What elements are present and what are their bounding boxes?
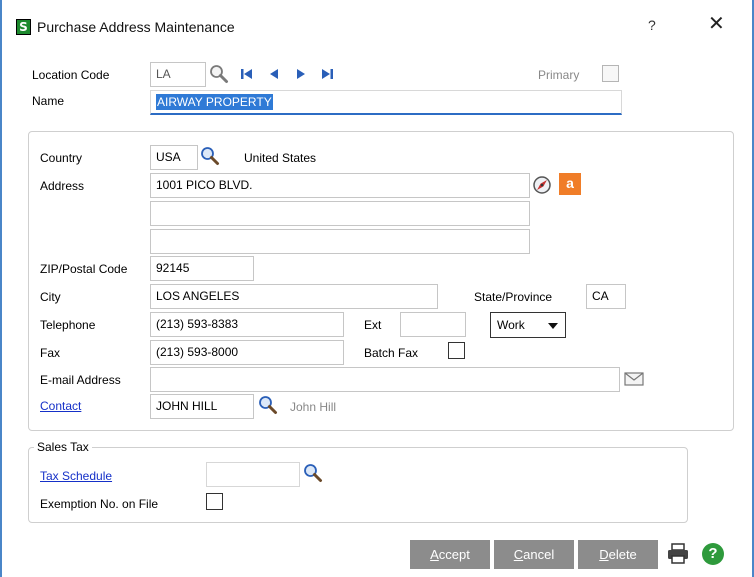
primary-checkbox[interactable] <box>602 65 619 82</box>
title-bar: S Purchase Address Maintenance ? ✕ <box>2 0 752 54</box>
state-input[interactable]: CA <box>586 284 626 309</box>
contact-lookup-icon[interactable] <box>258 395 278 415</box>
envelope-icon[interactable] <box>624 372 644 386</box>
batch-fax-label: Batch Fax <box>364 346 419 360</box>
fax-label: Fax <box>40 346 61 360</box>
sales-tax-heading: Sales Tax <box>34 440 92 454</box>
sage-app-icon: S <box>16 19 31 35</box>
ext-input[interactable] <box>400 312 466 337</box>
address-line1-input[interactable]: 1001 PICO BLVD. <box>150 173 530 198</box>
name-input[interactable]: AIRWAY PROPERTY <box>150 90 622 115</box>
phone-type-dropdown[interactable]: Work <box>490 312 566 338</box>
exemption-label: Exemption No. on File <box>40 497 159 511</box>
city-label: City <box>40 290 61 304</box>
close-button[interactable]: ✕ <box>708 13 725 35</box>
country-input[interactable]: USA <box>150 145 198 170</box>
ext-label: Ext <box>364 318 382 332</box>
fax-input[interactable]: (213) 593-8000 <box>150 340 344 365</box>
address-line2-input[interactable] <box>150 201 530 226</box>
name-value: AIRWAY PROPERTY <box>156 94 273 110</box>
telephone-input[interactable]: (213) 593-8383 <box>150 312 344 337</box>
delete-button[interactable]: Delete <box>578 540 658 569</box>
city-input[interactable]: LOS ANGELES <box>150 284 438 309</box>
cancel-button[interactable]: Cancel <box>494 540 574 569</box>
contact-code-input[interactable]: JOHN HILL <box>150 394 254 419</box>
help-icon[interactable]: ? <box>702 543 724 565</box>
amazon-address-icon[interactable]: a <box>559 173 581 195</box>
contact-link[interactable]: Contact <box>40 399 81 413</box>
zip-input[interactable]: 92145 <box>150 256 254 281</box>
location-code-label: Location Code <box>32 68 110 82</box>
country-label: Country <box>40 151 83 165</box>
help-button[interactable]: ? <box>648 17 656 33</box>
tax-schedule-lookup-icon[interactable] <box>303 463 323 483</box>
batch-fax-checkbox[interactable] <box>448 342 465 359</box>
compass-map-icon[interactable] <box>532 175 552 195</box>
address-line3-input[interactable] <box>150 229 530 254</box>
sales-tax-panel <box>28 447 688 523</box>
tax-schedule-link[interactable]: Tax Schedule <box>40 469 112 483</box>
contact-name: John Hill <box>290 400 337 414</box>
first-record-icon[interactable] <box>240 67 254 81</box>
name-label: Name <box>32 94 65 108</box>
purchase-address-window: S Purchase Address Maintenance ? ✕ Locat… <box>0 0 754 577</box>
country-lookup-icon[interactable] <box>200 146 220 166</box>
chevron-down-icon <box>548 323 558 329</box>
location-lookup-icon[interactable] <box>209 64 229 84</box>
email-label: E-mail Address <box>40 373 121 387</box>
zip-label: ZIP/Postal Code <box>40 262 128 276</box>
primary-label: Primary <box>538 68 580 82</box>
next-record-icon[interactable] <box>295 67 307 81</box>
printer-icon[interactable] <box>666 543 690 565</box>
last-record-icon[interactable] <box>320 67 334 81</box>
email-input[interactable] <box>150 367 620 392</box>
accept-button[interactable]: Accept <box>410 540 490 569</box>
window-title: Purchase Address Maintenance <box>37 19 235 35</box>
address-label: Address <box>40 179 85 193</box>
country-name: United States <box>244 151 317 165</box>
exemption-checkbox[interactable] <box>206 493 223 510</box>
telephone-label: Telephone <box>40 318 96 332</box>
tax-schedule-input[interactable] <box>206 462 300 487</box>
phone-type-value: Work <box>497 318 525 332</box>
state-label: State/Province <box>474 290 553 304</box>
previous-record-icon[interactable] <box>268 67 280 81</box>
location-code-input[interactable]: LA <box>150 62 206 87</box>
